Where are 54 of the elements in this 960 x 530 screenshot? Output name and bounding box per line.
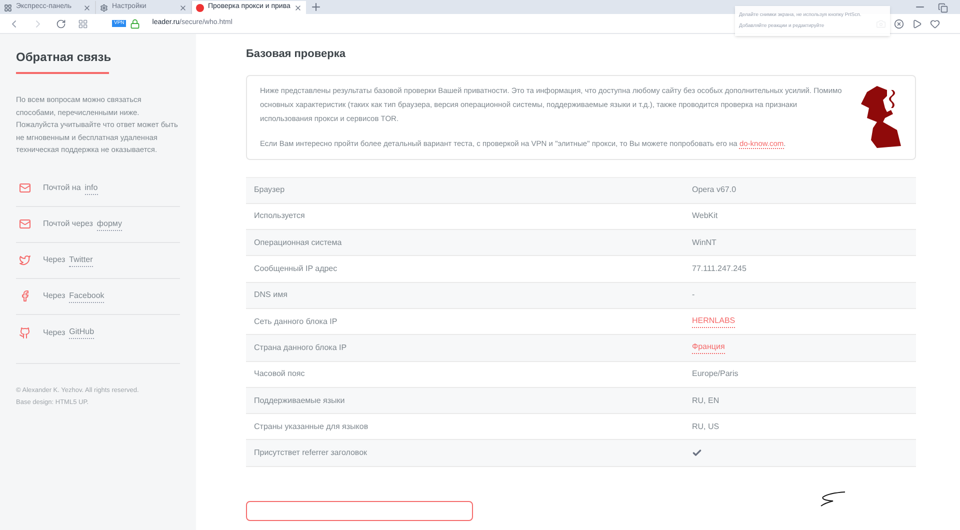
contact-link[interactable]: GitHub xyxy=(69,326,94,339)
row-value: RU, US xyxy=(692,420,720,433)
row-link[interactable]: Франция xyxy=(692,341,725,354)
mail-icon xyxy=(19,218,31,230)
contact-link[interactable]: info xyxy=(84,182,98,194)
row-label: Браузер xyxy=(254,184,286,196)
mail-icon xyxy=(19,182,31,194)
close-icon[interactable] xyxy=(179,4,187,12)
row-label: Страны указанные для языков xyxy=(254,420,370,433)
scribble-drawing xyxy=(819,490,847,507)
row-label: Часовой пояс xyxy=(254,368,306,380)
lock-icon xyxy=(130,18,140,28)
contact-label: Через xyxy=(43,254,66,266)
contact-label: Почтой через xyxy=(43,218,93,230)
close-icon[interactable] xyxy=(294,4,302,12)
sidebar-title: Обратная связь xyxy=(16,48,109,74)
gear-icon xyxy=(100,4,108,12)
restore-icon[interactable] xyxy=(938,3,948,13)
row-label: Поддерживаемые языки xyxy=(254,394,346,407)
row-value: WinNT xyxy=(692,236,716,249)
bird-icon xyxy=(19,254,31,266)
site-icon xyxy=(196,4,204,12)
blocker-icon[interactable] xyxy=(894,18,904,28)
grid-icon xyxy=(4,4,12,12)
new-tab-icon[interactable] xyxy=(310,1,322,13)
row-label: Сеть данного блока IP xyxy=(254,316,338,328)
row-label: DNS имя xyxy=(254,289,288,302)
contact-link[interactable]: форму xyxy=(96,218,122,230)
contact-link[interactable]: Twitter xyxy=(69,254,93,266)
outline-button[interactable] xyxy=(246,500,473,521)
row-label: Используется xyxy=(254,210,306,222)
row-value: Europe/Paris xyxy=(692,368,738,380)
contact-label: Через xyxy=(43,290,66,302)
row-label: Операционная система xyxy=(254,236,343,249)
row-label: Присутствет referrer заголовок xyxy=(254,447,368,460)
row-value: RU, EN xyxy=(692,394,720,407)
row-value: - xyxy=(692,289,695,302)
grid-icon[interactable] xyxy=(78,18,88,28)
row-value: WebKit xyxy=(692,210,718,222)
row-link[interactable]: HERNLABS xyxy=(692,315,736,328)
contact-label: Почтой на xyxy=(43,182,81,194)
row-label: Страна данного блока IP xyxy=(254,342,348,354)
page-title: Базовая проверка xyxy=(246,47,346,62)
cat-icon xyxy=(19,326,31,338)
contact-link[interactable]: Facebook xyxy=(69,290,104,302)
row-value: 77.111.247.245 xyxy=(692,263,746,276)
heart-icon[interactable] xyxy=(930,18,940,28)
row-label: Сообщенный IP адрес xyxy=(254,263,338,276)
f-letter-icon xyxy=(19,290,31,302)
row-value: Opera v67.0 xyxy=(692,184,736,196)
play-icon[interactable] xyxy=(912,18,922,28)
contact-label: Через xyxy=(43,326,66,338)
close-icon[interactable] xyxy=(83,4,91,12)
reload-icon[interactable] xyxy=(56,18,66,28)
